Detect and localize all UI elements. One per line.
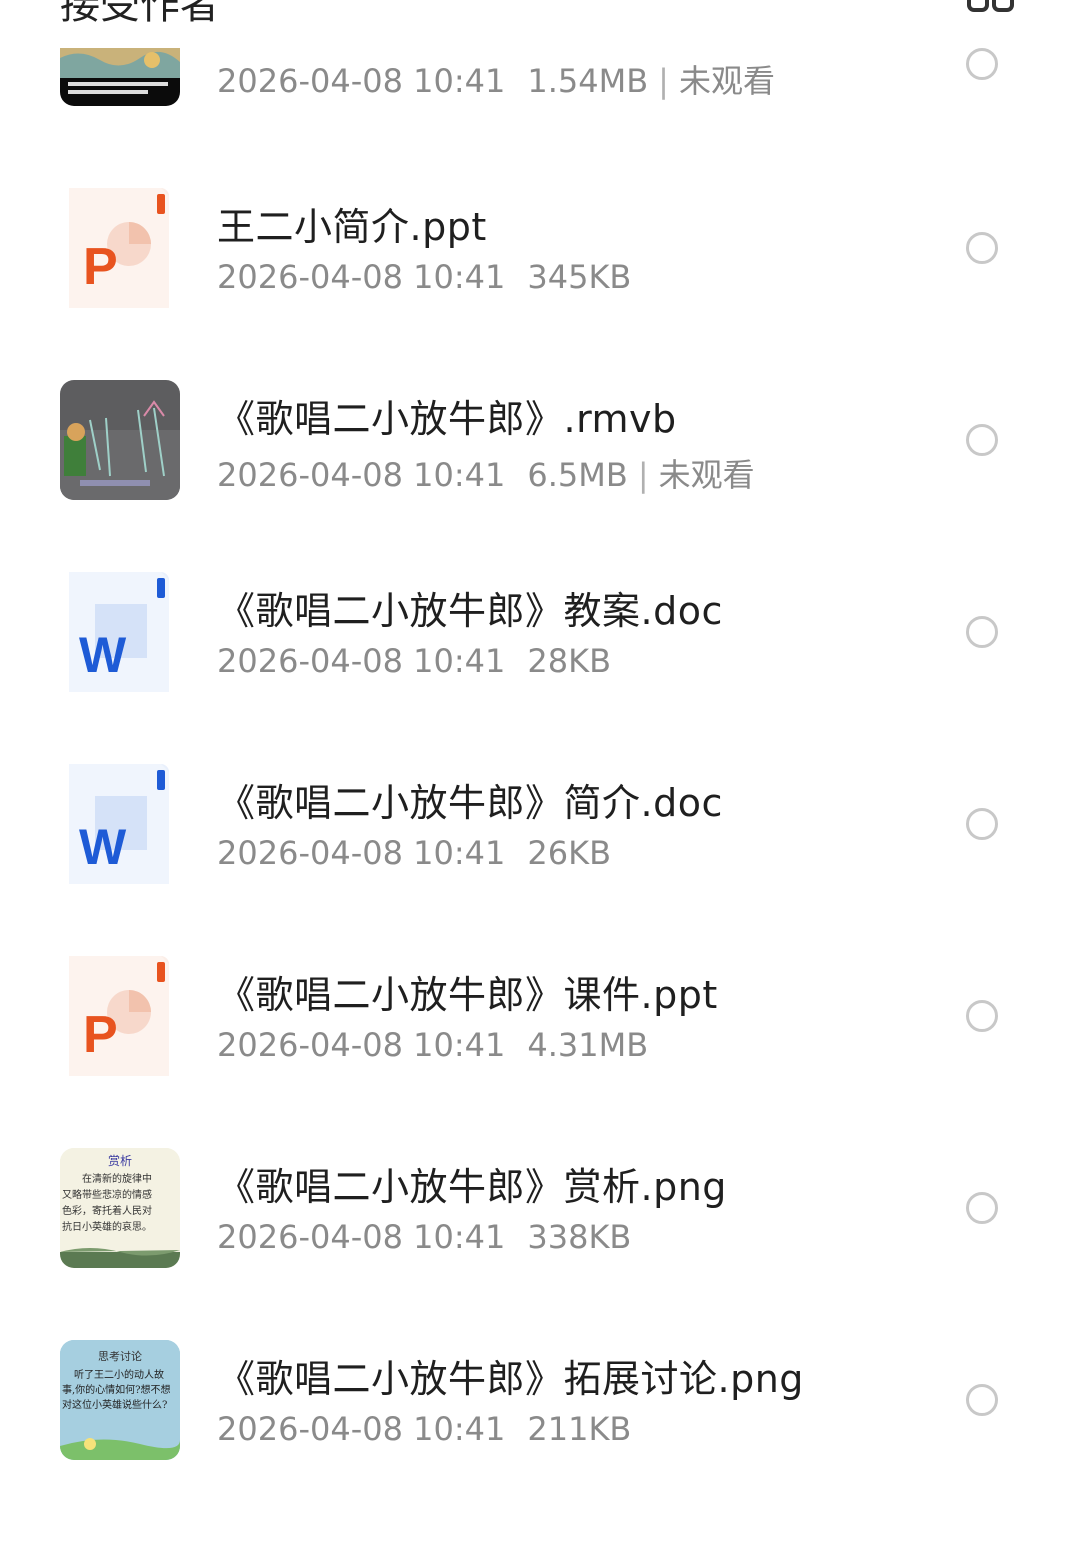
svg-text:P: P: [83, 238, 118, 296]
word-file-icon: W: [69, 764, 169, 884]
select-radio[interactable]: [966, 808, 998, 840]
file-meta: 2026-04-08 10:41 28KB: [217, 642, 611, 680]
svg-text:W: W: [79, 819, 127, 875]
list-item[interactable]: P 《歌唱二小放牛郎》课件.ppt 2026-04-08 10:41 4.31MB: [0, 920, 1079, 1112]
file-size: 1.54MB: [527, 62, 649, 100]
file-meta: 2026-04-08 10:41 6.5MB | 未观看: [217, 450, 755, 496]
list-item[interactable]: P 王二小简介.ppt 2026-04-08 10:41 345KB: [0, 152, 1079, 344]
file-date: 2026-04-08 10:41: [217, 62, 506, 100]
svg-text:P: P: [83, 1006, 118, 1064]
thumb-text: 听了王二小的动人故 事,你的心情如何?想不想 对这位小英雄说些什么?: [62, 1368, 180, 1413]
select-radio[interactable]: [966, 48, 998, 80]
list-item[interactable]: 思考讨论 听了王二小的动人故 事,你的心情如何?想不想 对这位小英雄说些什么? …: [0, 1304, 1079, 1496]
file-date: 2026-04-08 10:41: [217, 834, 506, 872]
select-radio[interactable]: [966, 1000, 998, 1032]
thumb-line: 在清新的旋律中: [82, 1174, 152, 1185]
select-radio[interactable]: [966, 1192, 998, 1224]
file-date: 2026-04-08 10:41: [217, 1026, 506, 1064]
video-thumbnail-icon: [60, 48, 180, 106]
file-list-page: 接受作者 2026-04-08 10:41 1.54MB | 未观看 P 王二小…: [0, 0, 1079, 1557]
select-radio[interactable]: [966, 1384, 998, 1416]
image-thumbnail-icon: 赏析 在清新的旋律中 又略带些悲凉的情感 色彩，寄托着人民对 抗日小英雄的哀思。: [60, 1148, 180, 1268]
thumb-line: 听了王二小的动人故: [74, 1370, 164, 1381]
thumb-line: 对这位小英雄说些什么?: [62, 1400, 168, 1411]
file-size: 338KB: [527, 1218, 632, 1256]
select-radio[interactable]: [966, 232, 998, 264]
thumb-title: 赏析: [107, 1154, 132, 1168]
file-meta: 2026-04-08 10:41 338KB: [217, 1218, 631, 1256]
file-date: 2026-04-08 10:41: [217, 1218, 506, 1256]
file-date: 2026-04-08 10:41: [217, 456, 506, 494]
svg-text:W: W: [79, 627, 127, 683]
image-thumbnail-icon: 思考讨论 听了王二小的动人故 事,你的心情如何?想不想 对这位小英雄说些什么?: [60, 1340, 180, 1460]
watch-status: 未观看: [658, 456, 755, 494]
file-meta: 2026-04-08 10:41 345KB: [217, 258, 631, 296]
file-meta: 2026-04-08 10:41 26KB: [217, 834, 611, 872]
thumb-text: 在清新的旋律中 又略带些悲凉的情感 色彩，寄托着人民对 抗日小英雄的哀思。: [62, 1172, 180, 1236]
file-name: 《歌唱二小放牛郎》拓展讨论.png: [217, 1357, 804, 1401]
thumb-line: 又略带些悲凉的情感: [62, 1190, 152, 1201]
file-name: 《歌唱二小放牛郎》.rmvb: [217, 397, 677, 441]
meta-separator: |: [658, 62, 669, 100]
meta-separator: |: [637, 456, 649, 494]
select-radio[interactable]: [966, 616, 998, 648]
thumb-line: 事,你的心情如何?想不想: [62, 1385, 171, 1396]
file-size: 4.31MB: [527, 1026, 649, 1064]
file-meta: 2026-04-08 10:41 211KB: [217, 1410, 631, 1448]
file-size: 345KB: [527, 258, 632, 296]
file-name: 王二小简介.ppt: [217, 205, 487, 249]
video-thumbnail-icon: [60, 380, 180, 500]
ppt-file-icon: P: [69, 188, 169, 308]
select-radio[interactable]: [966, 424, 998, 456]
file-date: 2026-04-08 10:41: [217, 642, 506, 680]
file-meta: 2026-04-08 10:41 4.31MB: [217, 1026, 648, 1064]
file-name: 《歌唱二小放牛郎》教案.doc: [217, 589, 723, 633]
file-meta: 2026-04-08 10:41 1.54MB | 未观看: [217, 56, 775, 102]
thumb-line: 色彩，寄托着人民对: [62, 1206, 152, 1217]
list-item[interactable]: W 《歌唱二小放牛郎》简介.doc 2026-04-08 10:41 26KB: [0, 728, 1079, 920]
file-size: 6.5MB: [527, 456, 628, 494]
file-name: 《歌唱二小放牛郎》赏析.png: [217, 1165, 727, 1209]
file-size: 26KB: [527, 834, 612, 872]
file-date: 2026-04-08 10:41: [217, 1410, 506, 1448]
file-size: 211KB: [527, 1410, 632, 1448]
thumb-line: 抗日小英雄的哀思。: [62, 1222, 152, 1233]
file-date: 2026-04-08 10:41: [217, 258, 506, 296]
list-item[interactable]: 《歌唱二小放牛郎》.rmvb 2026-04-08 10:41 6.5MB | 未观看: [0, 344, 1079, 536]
ppt-file-icon: P: [69, 956, 169, 1076]
list-item[interactable]: 赏析 在清新的旋律中 又略带些悲凉的情感 色彩，寄托着人民对 抗日小英雄的哀思。…: [0, 1112, 1079, 1304]
thumb-title: 思考讨论: [98, 1350, 142, 1363]
file-size: 28KB: [527, 642, 612, 680]
list-item[interactable]: W 《歌唱二小放牛郎》教案.doc 2026-04-08 10:41 28KB: [0, 536, 1079, 728]
file-name: 《歌唱二小放牛郎》课件.ppt: [217, 973, 718, 1017]
word-file-icon: W: [69, 572, 169, 692]
watch-status: 未观看: [678, 62, 775, 100]
file-name: 《歌唱二小放牛郎》简介.doc: [217, 781, 723, 825]
